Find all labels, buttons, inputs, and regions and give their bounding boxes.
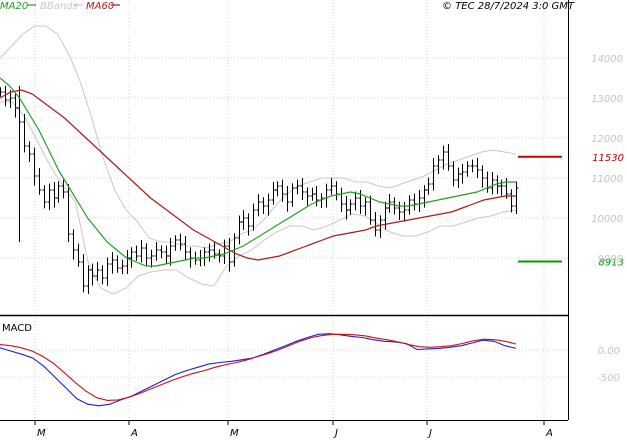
y-tick-1: 13000 [591, 94, 623, 105]
x-tick-0: M [37, 428, 46, 439]
x-tick-4: J [427, 428, 432, 439]
legend-ma20-label: MA20 [0, 1, 28, 12]
y-tick-2: 12000 [591, 134, 623, 145]
y-tick-4: 10000 [591, 214, 623, 225]
legend: MA20 BBands MA60 [0, 1, 120, 12]
x-tick-1: A [130, 428, 138, 439]
chart-canvas: 115308913 140001300012000110001000090000… [0, 0, 627, 440]
legend-bbands-label: BBands [40, 1, 78, 12]
macd-y-tick-1: -500 [597, 373, 620, 384]
x-tick-5: A [545, 428, 553, 439]
copyright-text: © TEC 28/7/2024 3:0 GMT [442, 1, 575, 12]
y-tick-5: 9000 [598, 254, 623, 265]
macd-title: MACD [2, 323, 32, 334]
macd-panel-bg [0, 316, 568, 420]
y-tick-3: 11000 [591, 174, 623, 185]
price-panel-bg [0, 0, 568, 315]
y-tick-0: 14000 [591, 54, 623, 65]
legend-ma60-label: MA60 [86, 1, 114, 12]
chart-root: 11530 8913 14000 13000 12000 11000 10000 9000 0… [0, 0, 627, 440]
x-tick-2: M [230, 428, 239, 439]
level-label-0: 11530 [592, 153, 624, 164]
macd-y-tick-0: 0.00 [598, 346, 620, 357]
x-tick-3: J [333, 428, 338, 439]
x-tick-labels: MAMJJA [34, 420, 553, 439]
